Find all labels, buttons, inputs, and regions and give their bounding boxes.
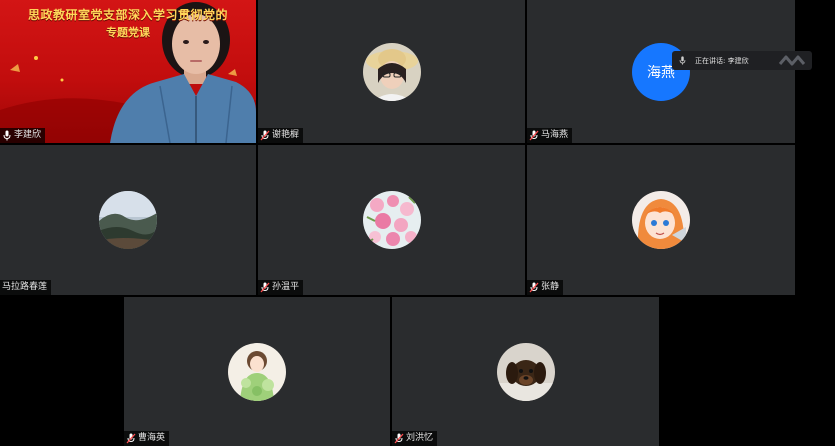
participant-name-tag: 刘洪忆 bbox=[392, 431, 438, 446]
microphone-icon bbox=[678, 56, 687, 65]
video-tile-participant[interactable]: 孙温平 bbox=[258, 145, 525, 295]
avatar-landscape bbox=[99, 191, 157, 249]
avatar-cartoon-green bbox=[228, 342, 286, 401]
avatar-flowers bbox=[362, 191, 421, 249]
microphone-muted-icon bbox=[126, 433, 136, 444]
banner-title-line1: 思政教研室党支部深入学习贯彻党的 bbox=[27, 8, 228, 22]
participant-name: 孙温平 bbox=[272, 282, 300, 292]
video-tile-participant[interactable]: 海燕 马海燕 bbox=[527, 0, 795, 143]
participant-name-tag: 谢艳樨 bbox=[258, 128, 304, 143]
banner-title-line2: 专题党课 bbox=[106, 26, 150, 39]
participant-name-tag: 张静 bbox=[527, 280, 564, 295]
video-tile-participant[interactable]: 谢艳樨 bbox=[258, 0, 525, 143]
microphone-muted-icon bbox=[260, 282, 270, 293]
participant-name: 刘洪忆 bbox=[406, 433, 434, 443]
active-speaker-text: 正在讲话: 李建欣 bbox=[695, 56, 749, 65]
avatar-anime-girl bbox=[632, 191, 690, 249]
participant-name: 谢艳樨 bbox=[272, 130, 300, 140]
microphone-muted-icon bbox=[394, 433, 404, 444]
participant-name: 马拉路春莲 bbox=[2, 282, 48, 292]
participant-name-tag: 李建欣 bbox=[0, 128, 46, 143]
avatar-puppy bbox=[496, 342, 555, 401]
video-tile-participant[interactable]: 曹海英 bbox=[124, 297, 390, 446]
video-tile-speaker[interactable]: 思政教研室党支部深入学习贯彻党的 专题党课 李建欣 bbox=[0, 0, 256, 143]
video-tile-participant[interactable]: 刘洪忆 bbox=[392, 297, 659, 446]
avatar-initials-text: 海燕 bbox=[647, 64, 675, 81]
audio-wave-icon bbox=[778, 55, 806, 66]
active-speaker-indicator: 正在讲话: 李建欣 bbox=[672, 51, 812, 70]
participant-name: 张静 bbox=[541, 282, 560, 292]
video-tile-participant[interactable]: 张静 bbox=[527, 145, 795, 295]
participant-name: 马海燕 bbox=[541, 130, 569, 140]
video-tile-participant[interactable]: 马拉路春莲 bbox=[0, 145, 256, 295]
microphone-muted-icon bbox=[260, 130, 270, 141]
participant-name: 李建欣 bbox=[14, 130, 42, 140]
participant-name-tag: 孙温平 bbox=[258, 280, 304, 295]
participant-name: 曹海英 bbox=[138, 433, 166, 443]
avatar-photo-hat bbox=[362, 42, 421, 101]
microphone-icon bbox=[2, 130, 12, 141]
participant-name-tag: 马拉路春莲 bbox=[0, 280, 52, 295]
participant-name-tag: 马海燕 bbox=[527, 128, 573, 143]
microphone-muted-icon bbox=[529, 282, 539, 293]
microphone-muted-icon bbox=[529, 130, 539, 141]
participant-name-tag: 曹海英 bbox=[124, 431, 170, 446]
